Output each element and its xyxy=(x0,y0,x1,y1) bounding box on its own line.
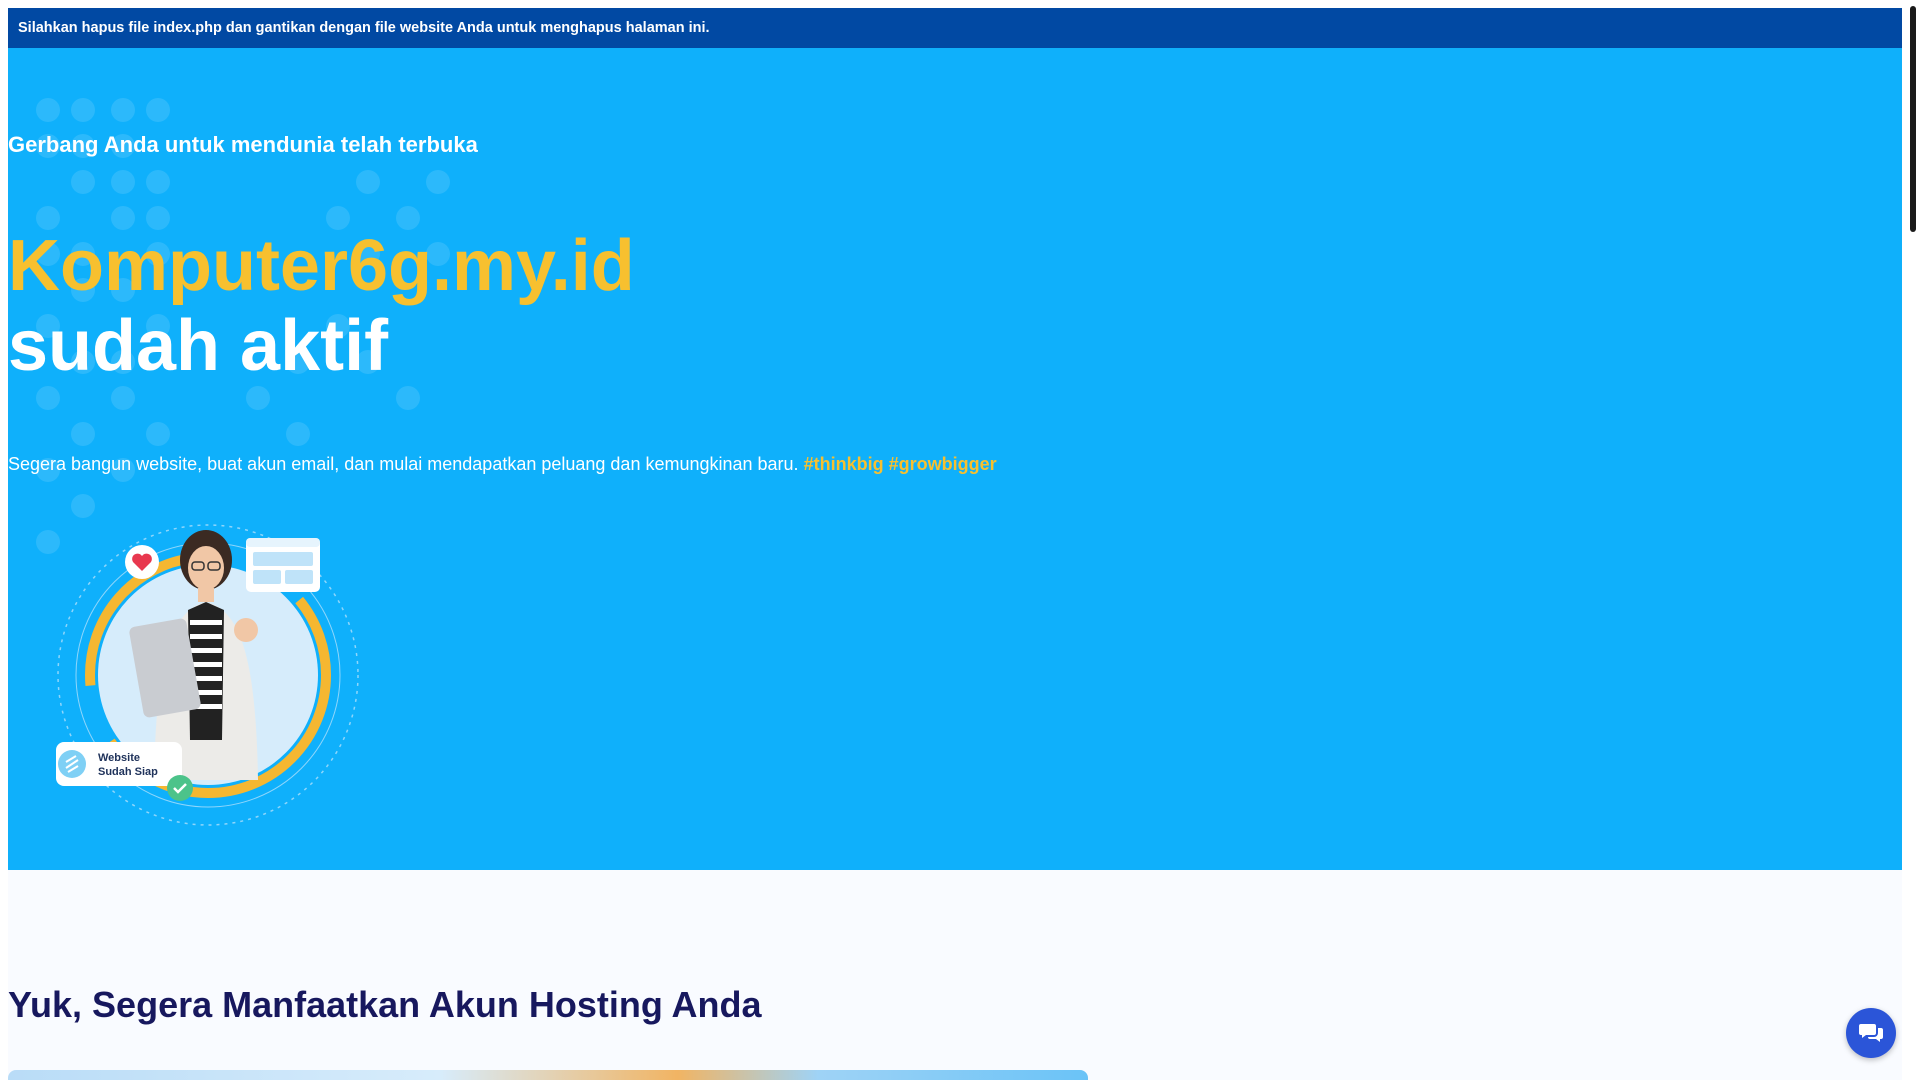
badge-line1: Website xyxy=(98,752,140,764)
website-ready-badge: Website Sudah Siap xyxy=(56,742,193,801)
hero-tagline: Gerbang Anda untuk mendunia telah terbuk… xyxy=(8,132,478,157)
browser-window-icon xyxy=(246,538,320,592)
page-scrollbar[interactable] xyxy=(1906,0,1920,1080)
scrollbar-thumb[interactable] xyxy=(1910,6,1916,232)
hashtags: #thinkbig #growbigger xyxy=(803,454,997,474)
domain-status: sudah aktif xyxy=(8,306,389,386)
domain-name: Komputer6g.my.id xyxy=(8,226,635,306)
link-icon xyxy=(58,750,86,778)
hosting-preview-image xyxy=(8,1070,1088,1080)
chat-bubbles-icon xyxy=(1859,1024,1883,1042)
website-ready-illustration: Website Sudah Siap xyxy=(56,524,359,826)
section-title: Yuk, Segera Manfaatkan Akun Hosting Anda xyxy=(8,984,762,1025)
hero-section: Gerbang Anda untuk mendunia telah terbuk… xyxy=(8,48,1902,870)
badge-line2: Sudah Siap xyxy=(98,766,158,778)
heart-icon xyxy=(125,545,159,579)
hero-description: Segera bangun website, buat akun email, … xyxy=(8,454,997,475)
notice-text: Silahkan hapus file index.php dan gantik… xyxy=(18,20,710,36)
check-icon xyxy=(167,775,193,801)
notice-bar: Silahkan hapus file index.php dan gantik… xyxy=(8,8,1902,48)
description-text: Segera bangun website, buat akun email, … xyxy=(8,454,799,474)
page: Silahkan hapus file index.php dan gantik… xyxy=(8,8,1902,1080)
chat-button[interactable] xyxy=(1846,1008,1896,1058)
